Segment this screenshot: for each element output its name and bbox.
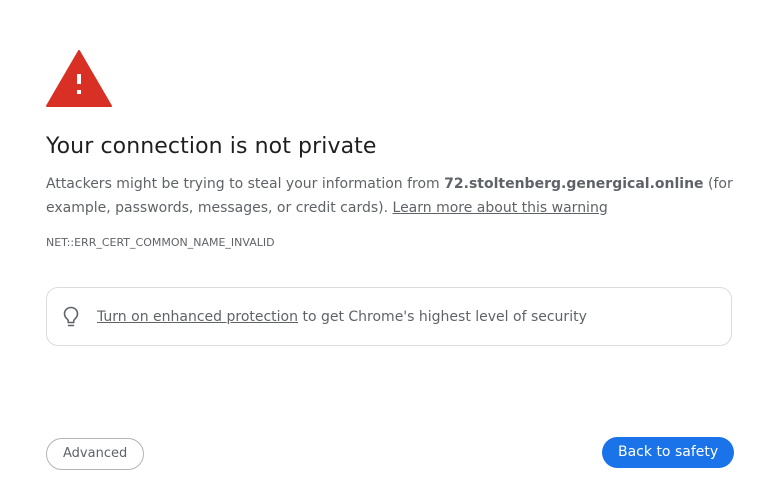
error-code: NET::ERR_CERT_COMMON_NAME_INVALID <box>46 236 275 249</box>
advanced-button[interactable]: Advanced <box>46 438 145 470</box>
interstitial-page: Your connection is not private Attackers… <box>0 0 780 493</box>
enhanced-protection-text: Turn on enhanced protection to get Chrom… <box>97 307 587 327</box>
warning-triangle-icon <box>46 50 112 107</box>
enhanced-protection-link[interactable]: Turn on enhanced protection <box>97 309 298 325</box>
enhanced-protection-box: Turn on enhanced protection to get Chrom… <box>46 287 732 346</box>
host-name: 72.stoltenberg.genergical.online <box>444 176 704 192</box>
lightbulb-icon <box>63 306 79 327</box>
back-to-safety-button[interactable]: Back to safety <box>602 437 735 468</box>
description-text-start: Attackers might be trying to steal your … <box>46 176 445 192</box>
enhanced-protection-description: to get Chrome's highest level of securit… <box>298 309 587 325</box>
learn-more-link[interactable]: Learn more about this warning <box>393 200 608 216</box>
page-title: Your connection is not private <box>46 134 377 159</box>
warning-description: Attackers might be trying to steal your … <box>46 172 746 220</box>
